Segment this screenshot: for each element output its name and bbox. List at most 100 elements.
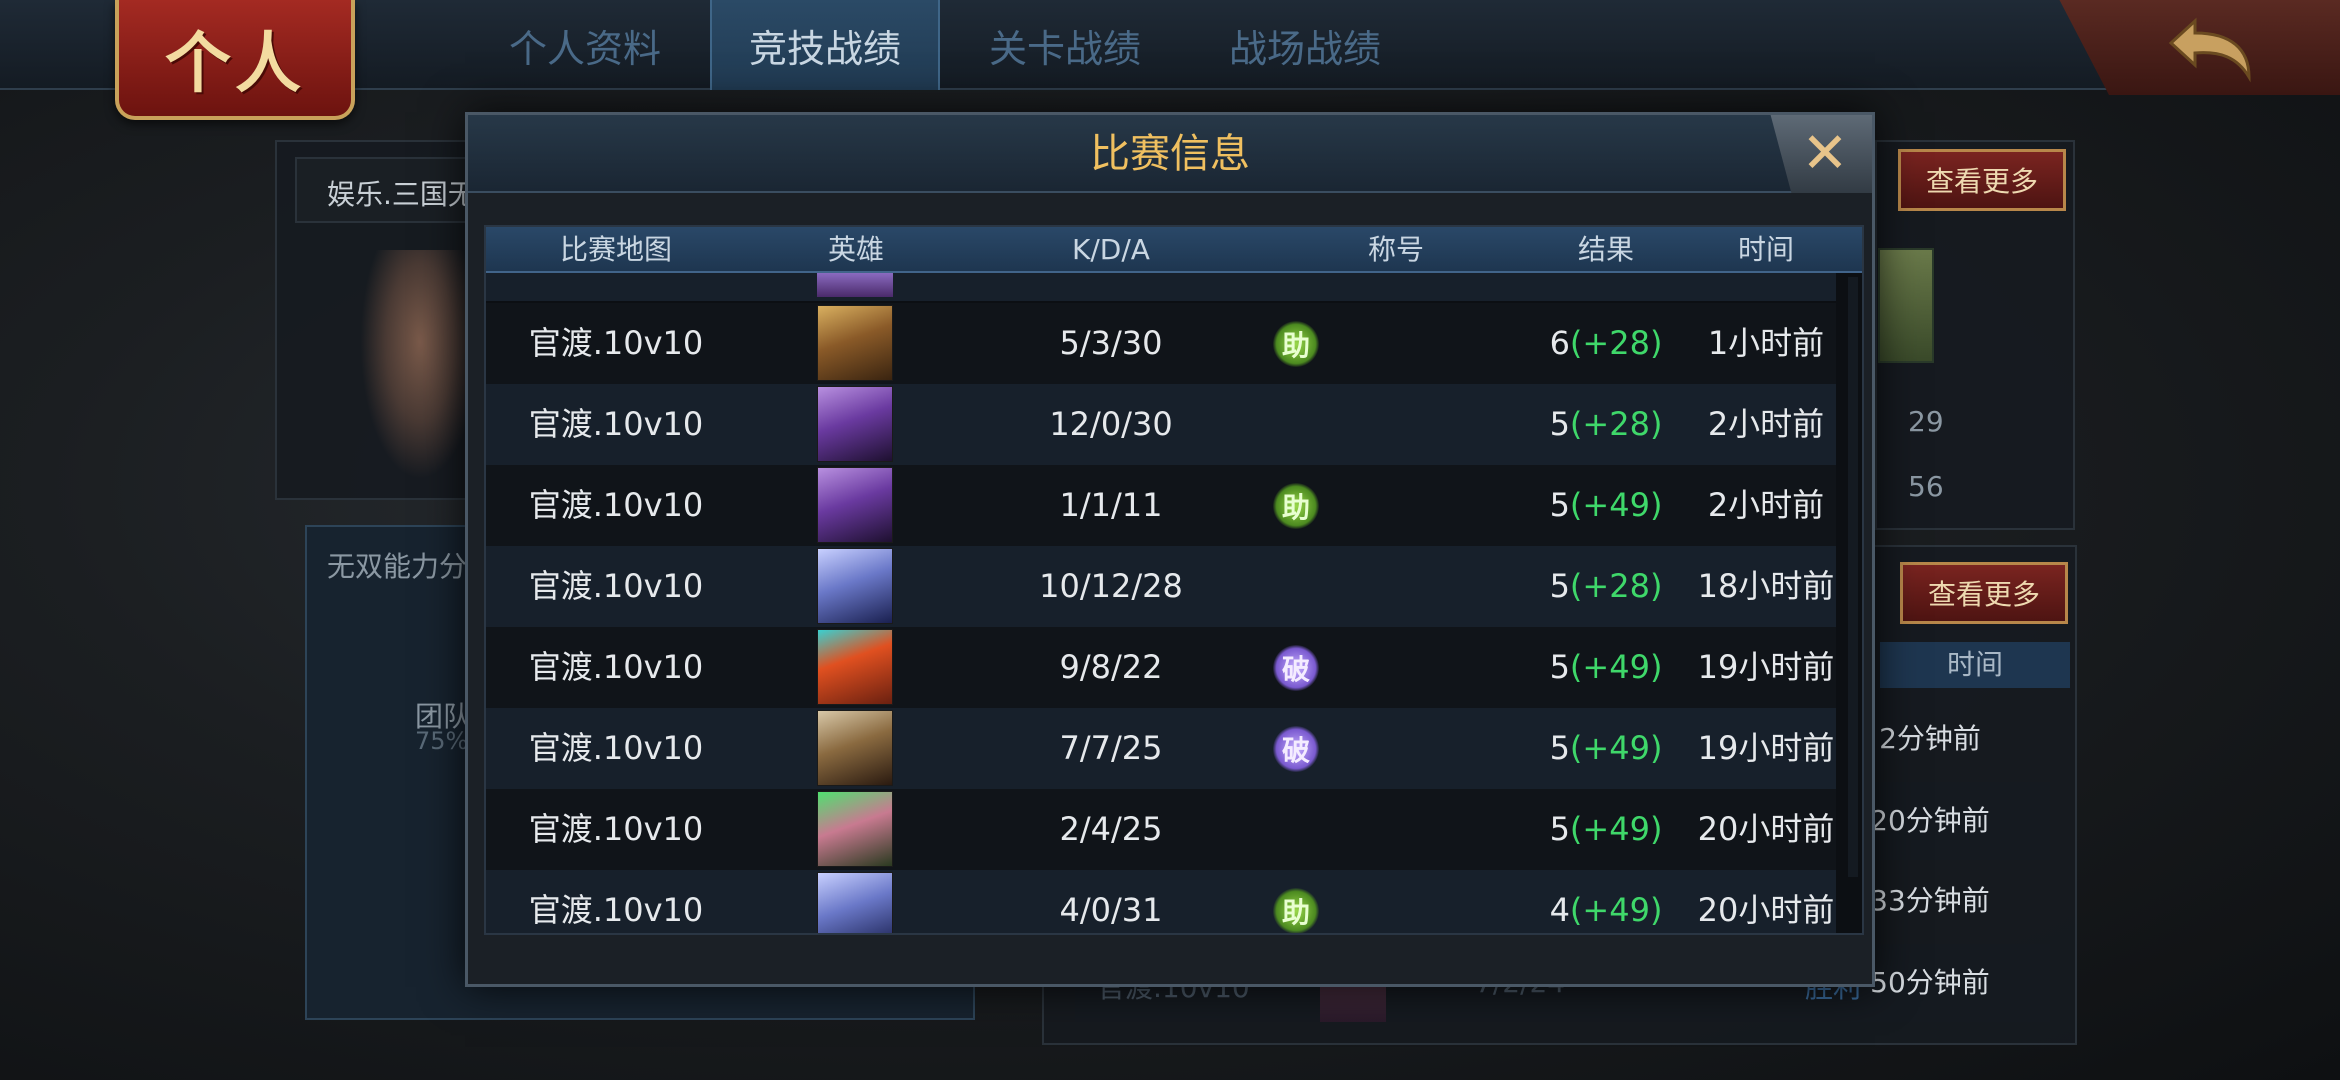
- cell-result: 5(+28): [1536, 384, 1676, 465]
- result-gain: (+49): [1569, 648, 1663, 686]
- hero-avatar: [817, 305, 893, 381]
- result-gain: (+49): [1569, 486, 1663, 524]
- cell-kda: 5/3/30: [1059, 324, 1163, 362]
- title-badge-icon: 破: [1273, 726, 1319, 772]
- partial-row: [486, 273, 1836, 301]
- table-row[interactable]: 官渡.10v10 1/1/11 助 5(+49) 2小时前: [486, 465, 1836, 546]
- stat-1: 29: [1908, 405, 1944, 438]
- cell-time: 20小时前: [1697, 810, 1835, 848]
- cell-map: 官渡.10v10: [528, 405, 704, 443]
- tab-battlefield-record[interactable]: 战场战绩: [1190, 0, 1420, 90]
- cell-map: 官渡.10v10: [528, 810, 704, 848]
- result-score: 5: [1549, 729, 1570, 767]
- hero-avatar: [817, 548, 893, 624]
- cell-result: 4(+49): [1536, 870, 1676, 933]
- cell-map: 官渡.10v10: [528, 648, 704, 686]
- title-badge-icon: 助: [1273, 888, 1319, 933]
- tab-stage-record[interactable]: 关卡战绩: [950, 0, 1180, 90]
- cell-kda: 2/4/25: [1059, 810, 1163, 848]
- see-more-button-2[interactable]: 查看更多: [1900, 562, 2068, 624]
- cell-map: 官渡.10v10: [528, 729, 704, 767]
- cell-time: 2小时前: [1707, 486, 1825, 524]
- table-row[interactable]: 官渡.10v10 12/0/30 5(+28) 2小时前: [486, 384, 1836, 465]
- table-row[interactable]: 官渡.10v10 10/12/28 5(+28) 18小时前: [486, 546, 1836, 627]
- match-table: 比赛地图 英雄 K/D/A 称号 结果 时间 官渡.10v10 5/3/30 助 6(…: [484, 225, 1864, 935]
- cell-time: 1小时前: [1707, 324, 1825, 362]
- title-badge-icon: 助: [1273, 321, 1319, 367]
- header-hero: 英雄: [827, 233, 884, 266]
- title-badge-icon: 破: [1273, 645, 1319, 691]
- table-row[interactable]: 官渡.10v10 5/3/30 助 6(+28) 1小时前: [486, 303, 1836, 384]
- cell-map: 官渡.10v10: [528, 324, 704, 362]
- cell-kda: 7/7/25: [1059, 729, 1163, 767]
- result-gain: (+28): [1569, 567, 1663, 605]
- result-score: 5: [1549, 648, 1570, 686]
- match-info-dialog: 比赛信息 ✕ 比赛地图 英雄 K/D/A 称号 结果 时间 官渡.10v10 5/…: [465, 112, 1875, 987]
- character-portrait: [360, 250, 480, 480]
- cell-time: 20小时前: [1697, 891, 1835, 929]
- table-row[interactable]: 官渡.10v10 9/8/22 破 5(+49) 19小时前: [486, 627, 1836, 708]
- cell-kda: 10/12/28: [1039, 567, 1183, 605]
- personal-badge: 个人: [115, 0, 355, 120]
- result-score: 5: [1549, 486, 1570, 524]
- table-header: 比赛地图 英雄 K/D/A 称号 结果 时间: [486, 227, 1862, 273]
- game-screen: { "app": {"badge": "个人"}, "tabs": [ {"la…: [0, 0, 2340, 1080]
- back-arrow-icon: [2168, 17, 2251, 82]
- result-gain: (+49): [1569, 810, 1663, 848]
- result-gain: (+28): [1569, 324, 1663, 362]
- table-body: 官渡.10v10 5/3/30 助 6(+28) 1小时前 官渡.10v10 12/0/30…: [486, 273, 1862, 933]
- cell-kda: 4/0/31: [1059, 891, 1163, 929]
- tab-arena-record[interactable]: 竞技战绩: [710, 0, 940, 90]
- header-title: 称号: [1367, 233, 1424, 266]
- table-row[interactable]: 官渡.10v10 7/7/25 破 5(+49) 19小时前: [486, 708, 1836, 789]
- cell-time: 18小时前: [1697, 567, 1835, 605]
- ability-label: 无双能力分: [327, 550, 468, 583]
- result-score: 5: [1549, 810, 1570, 848]
- table-scrollbar[interactable]: [1848, 277, 1858, 877]
- team-pct: 75%: [415, 727, 469, 755]
- close-icon: ✕: [1801, 121, 1849, 186]
- result-gain: (+49): [1569, 729, 1663, 767]
- result-gain: (+28): [1569, 405, 1663, 443]
- cell-result: 5(+28): [1536, 546, 1676, 627]
- result-score: 5: [1549, 405, 1570, 443]
- result-score: 4: [1549, 891, 1570, 929]
- result-score: 6: [1549, 324, 1570, 362]
- hero-avatar: [817, 386, 893, 462]
- hero-avatar: [817, 791, 893, 867]
- stat-2: 56: [1908, 470, 1944, 503]
- cell-result: 5(+49): [1536, 708, 1676, 789]
- result-score: 5: [1549, 567, 1570, 605]
- header-map: 比赛地图: [559, 233, 672, 266]
- hero-avatar: [817, 872, 893, 933]
- hero-avatar: [817, 710, 893, 786]
- badge-label: 个人: [165, 24, 305, 102]
- cell-result: 5(+49): [1536, 465, 1676, 546]
- profile-name: 娱乐.三国无: [327, 178, 476, 211]
- result-gain: (+49): [1569, 891, 1663, 929]
- hero-avatar: [817, 629, 893, 705]
- cell-map: 官渡.10v10: [528, 891, 704, 929]
- partial-avatar: [817, 273, 893, 297]
- header-kda: K/D/A: [1072, 233, 1150, 266]
- table-row[interactable]: 官渡.10v10 4/0/31 助 4(+49) 20小时前: [486, 870, 1836, 933]
- cell-kda: 1/1/11: [1059, 486, 1163, 524]
- cell-time: 19小时前: [1697, 729, 1835, 767]
- tab-profile[interactable]: 个人资料: [470, 0, 700, 90]
- time-header-bg: 时间: [1880, 642, 2070, 688]
- cell-result: 6(+28): [1536, 303, 1676, 384]
- title-badge-icon: 助: [1273, 483, 1319, 529]
- header-result: 结果: [1577, 233, 1634, 266]
- header-time: 时间: [1737, 233, 1794, 266]
- hero-avatar: [817, 467, 893, 543]
- cell-kda: 9/8/22: [1059, 648, 1163, 686]
- cell-map: 官渡.10v10: [528, 567, 704, 605]
- cell-result: 5(+49): [1536, 627, 1676, 708]
- cell-time: 19小时前: [1697, 648, 1835, 686]
- dialog-title: 比赛信息: [1090, 131, 1250, 177]
- table-row[interactable]: 官渡.10v10 2/4/25 5(+49) 20小时前: [486, 789, 1836, 870]
- hero-thumb: [1878, 248, 1934, 363]
- cell-result: 5(+49): [1536, 789, 1676, 870]
- see-more-button-1[interactable]: 查看更多: [1898, 149, 2066, 211]
- cell-map: 官渡.10v10: [528, 486, 704, 524]
